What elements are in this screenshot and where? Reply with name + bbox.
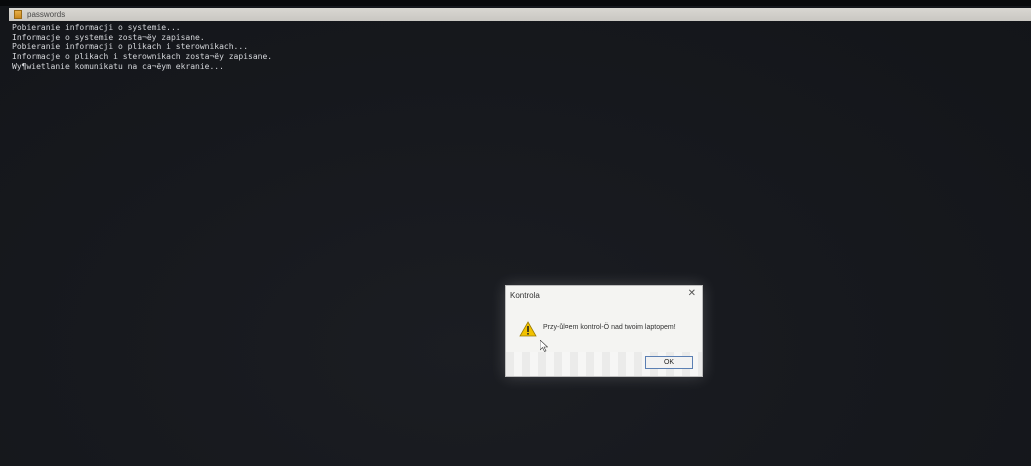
warning-icon	[519, 321, 537, 337]
window-title: passwords	[27, 10, 66, 19]
console-line: Informacje o systemie zosta¬ëy zapisane.	[12, 32, 205, 42]
dialog-footer: OK	[506, 352, 702, 376]
console-line: Pobieranie informacji o plikach i sterow…	[12, 42, 249, 52]
console-line: Informacje o plikach i sterownikach zost…	[12, 52, 273, 62]
console-line: Wy¶wietlanie komunikatu na ca¬ëym ekrani…	[12, 61, 224, 71]
console-line: Pobieranie informacji o systemie...	[12, 23, 181, 32]
dialog-title: Kontrola	[510, 291, 540, 300]
message-dialog: Kontrola ✕ Przy-ůl¤em kontrol-Ö nad twoi…	[505, 285, 703, 377]
console-title-bar[interactable]: passwords	[9, 8, 1031, 21]
folder-icon	[14, 10, 22, 19]
ok-button[interactable]: OK	[645, 356, 693, 369]
monitor-bezel	[0, 0, 1031, 6]
close-button[interactable]: ✕	[688, 288, 696, 300]
mouse-cursor-icon	[540, 340, 548, 352]
console-output: Pobieranie informacji o systemie... Info…	[12, 23, 612, 72]
dialog-message: Przy-ůl¤em kontrol-Ö nad twoim laptopem!	[543, 324, 676, 331]
